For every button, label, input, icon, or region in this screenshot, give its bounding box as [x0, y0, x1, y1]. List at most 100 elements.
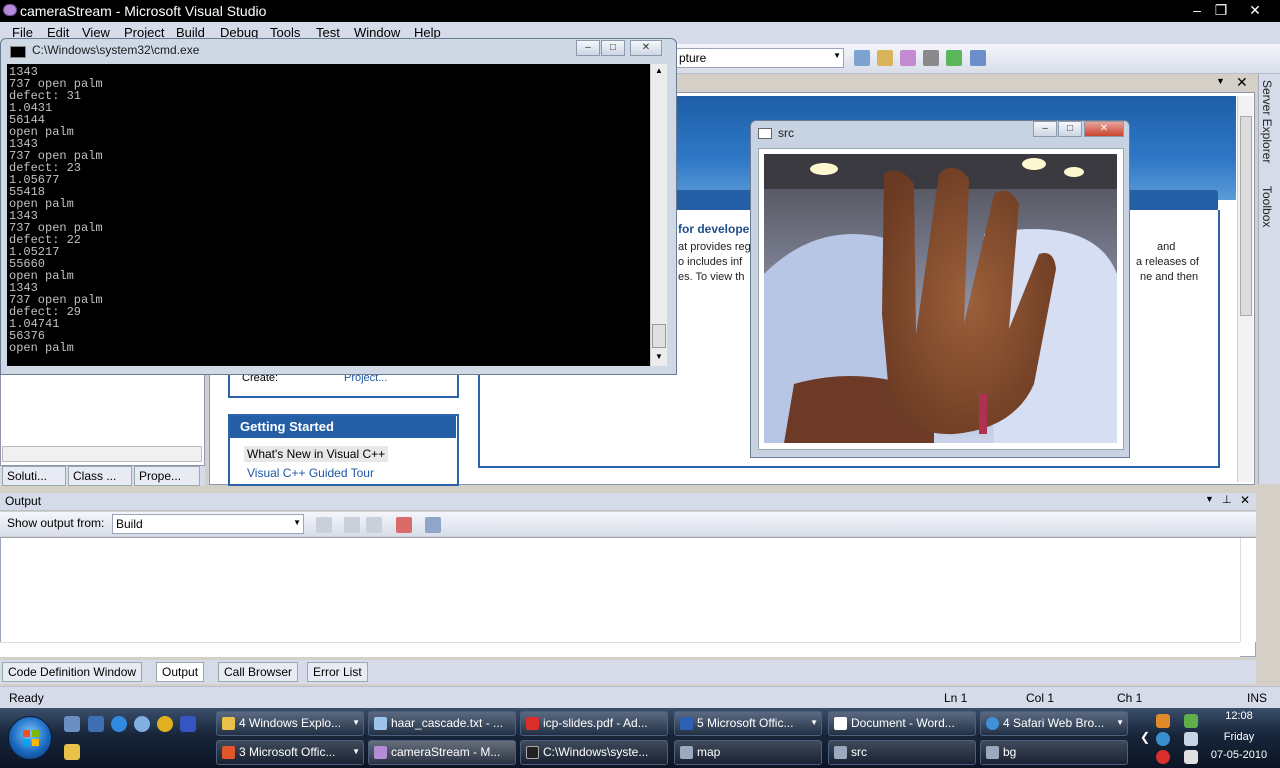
output-vscrollbar[interactable]: [1240, 538, 1256, 642]
close-button[interactable]: ✕: [630, 40, 662, 56]
tab-dropdown-icon[interactable]: ▼: [1216, 76, 1225, 86]
cmd-icon: [526, 746, 539, 759]
tab-class-view[interactable]: Class ...: [68, 466, 132, 486]
tools-icon[interactable]: [923, 50, 939, 66]
news-heading[interactable]: for develope: [678, 222, 749, 236]
start-page-icon[interactable]: [946, 50, 962, 66]
src-title: src: [778, 126, 794, 140]
taskbar-button[interactable]: 4 Safari Web Bro... ▼: [980, 711, 1128, 736]
output-title: Output: [5, 494, 42, 508]
maximize-button[interactable]: □: [1058, 121, 1082, 137]
news-line: a releases of: [1136, 256, 1199, 268]
safari-icon[interactable]: [134, 716, 150, 732]
show-hidden-icons[interactable]: ❮: [1140, 730, 1150, 744]
taskbar-button[interactable]: Document - Word...: [828, 711, 976, 736]
console-line: 737 open palm: [9, 77, 103, 91]
scrollbar-thumb[interactable]: [652, 324, 666, 348]
taskbar-button[interactable]: 3 Microsoft Offic... ▼: [216, 740, 364, 765]
tab-error-list[interactable]: Error List: [307, 662, 368, 682]
taskbar-button-active[interactable]: cameraStream - M...: [368, 740, 516, 765]
notepad-icon: [374, 717, 387, 730]
close-icon[interactable]: ✕: [1240, 493, 1250, 507]
system-clock[interactable]: 12:08 Friday 07-05-2010: [1198, 708, 1280, 761]
taskbar-button[interactable]: map: [674, 740, 822, 765]
taskbar-button[interactable]: bg: [980, 740, 1128, 765]
tab-solution-explorer[interactable]: Soluti...: [2, 466, 66, 486]
minimize-button[interactable]: –: [1033, 121, 1057, 137]
window-icon: [834, 746, 847, 759]
news-line: ne and then: [1140, 271, 1199, 283]
scroll-down-icon[interactable]: ▼: [655, 352, 663, 361]
visual-studio-icon: [374, 746, 387, 759]
minimize-button[interactable]: –: [576, 40, 600, 56]
cmd-title-bar[interactable]: C:\Windows\system32\cmd.exe – □ ✕: [0, 38, 677, 64]
antivirus-icon[interactable]: [1156, 750, 1170, 764]
output-text-area[interactable]: [0, 537, 1256, 657]
close-document-icon[interactable]: ✕: [1236, 74, 1248, 91]
toolbar-combo[interactable]: pture ▼: [674, 48, 844, 68]
find-icon[interactable]: [854, 50, 870, 66]
taskbar-button[interactable]: icp-slides.pdf - Ad...: [520, 711, 668, 736]
tab-properties[interactable]: Prope...: [134, 466, 200, 486]
taskbar-button[interactable]: 4 Windows Explo... ▼: [216, 711, 364, 736]
taskbar-button[interactable]: haar_cascade.txt - ...: [368, 711, 516, 736]
tab-output[interactable]: Output: [156, 662, 205, 682]
word-wrap-icon[interactable]: [425, 517, 441, 533]
prev-message-icon[interactable]: [344, 517, 360, 533]
tray-app-icon[interactable]: [1156, 714, 1170, 728]
console-line: open palm: [9, 341, 74, 355]
status-ready: Ready: [9, 691, 44, 705]
taskbar-button[interactable]: src: [828, 740, 976, 765]
taskbar-button[interactable]: 5 Microsoft Offic... ▼: [674, 711, 822, 736]
console-scrollbar[interactable]: ▲ ▼: [650, 64, 667, 366]
output-source-value: Build: [116, 517, 143, 531]
explorer-icon[interactable]: [88, 716, 104, 732]
battery-icon[interactable]: [1184, 714, 1198, 728]
getting-started-link[interactable]: Visual C++ Guided Tour: [247, 466, 374, 480]
start-button[interactable]: [8, 716, 52, 760]
goto-icon[interactable]: [316, 517, 332, 533]
chevron-down-icon: ▼: [833, 51, 841, 60]
tab-code-definition[interactable]: Code Definition Window: [2, 662, 143, 682]
getting-started-title: Getting Started: [230, 416, 456, 438]
internet-explorer-icon[interactable]: [111, 716, 127, 732]
show-desktop-icon[interactable]: [64, 716, 80, 732]
editor-scrollbar[interactable]: [1237, 96, 1253, 482]
solution-hscrollbar[interactable]: [2, 446, 202, 462]
window-layout-icon[interactable]: [970, 50, 986, 66]
taskbar-label: Document - Word...: [851, 716, 955, 730]
volume-icon[interactable]: [1184, 750, 1198, 764]
chevron-down-icon[interactable]: ▼: [1205, 494, 1214, 504]
output-source-select[interactable]: Build ▼: [112, 514, 304, 534]
bluetooth-icon[interactable]: [1156, 732, 1170, 746]
tab-call-browser[interactable]: Call Browser: [218, 662, 299, 682]
folder-icon[interactable]: [64, 744, 80, 760]
network-icon[interactable]: [1184, 732, 1198, 746]
console-output[interactable]: 1343 737 open palm defect: 31 1.0431 56144 op…: [7, 64, 650, 366]
taskbar-label: haar_cascade.txt - ...: [391, 716, 504, 730]
tab-server-explorer[interactable]: Server Explorer: [1260, 80, 1274, 163]
close-button[interactable]: ✕: [1244, 1, 1266, 19]
maximize-button[interactable]: ❐: [1210, 1, 1232, 19]
messenger-icon[interactable]: [180, 716, 196, 732]
tab-toolbox[interactable]: Toolbox: [1260, 186, 1274, 227]
taskbar-button[interactable]: C:\Windows\syste...: [520, 740, 668, 765]
chrome-icon[interactable]: [157, 716, 173, 732]
window-icon: [986, 746, 999, 759]
clear-all-icon[interactable]: [396, 517, 412, 533]
properties-icon[interactable]: [877, 50, 893, 66]
minimize-button[interactable]: –: [1186, 1, 1208, 19]
console-line: 1343: [9, 281, 38, 295]
object-browser-icon[interactable]: [900, 50, 916, 66]
console-text: 1343 737 open palm defect: 31 1.0431 56144 op…: [7, 64, 650, 356]
status-line: Ln 1: [944, 691, 968, 705]
getting-started-link[interactable]: What's New in Visual C++: [244, 446, 389, 462]
pin-icon[interactable]: ⊥: [1222, 493, 1232, 506]
output-hscrollbar[interactable]: [0, 642, 1240, 657]
maximize-button[interactable]: □: [601, 40, 625, 56]
chevron-down-icon: ▼: [352, 718, 360, 727]
close-button[interactable]: ✕: [1084, 121, 1124, 137]
next-message-icon[interactable]: [366, 517, 382, 533]
console-line: defect: 31: [9, 89, 82, 103]
scroll-up-icon[interactable]: ▲: [655, 66, 663, 75]
